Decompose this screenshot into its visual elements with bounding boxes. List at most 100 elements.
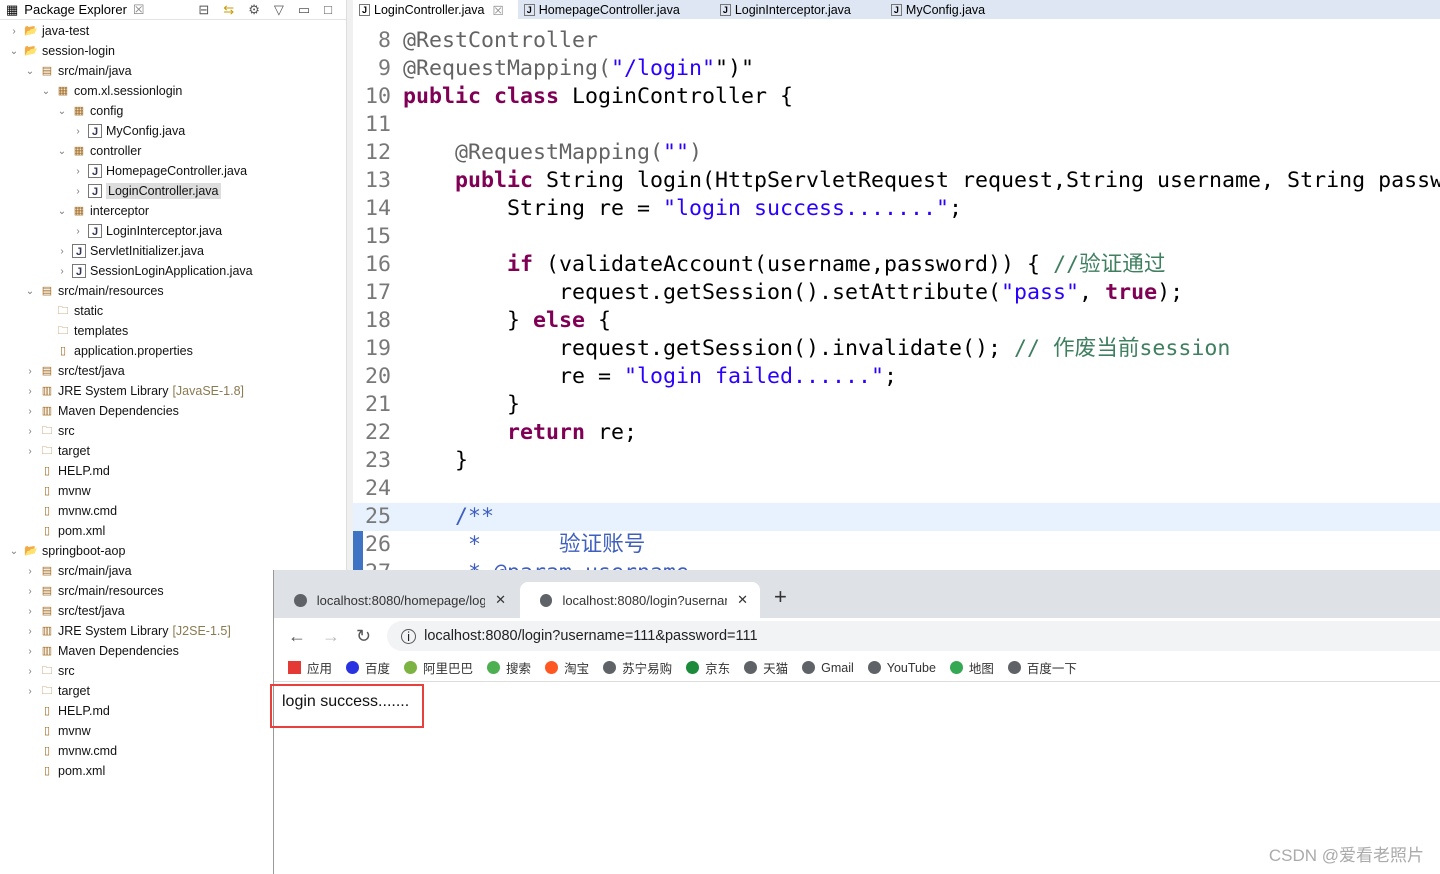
tree-item[interactable]: ⌄ ▤ src/main/resources	[24, 281, 164, 301]
editor-tab[interactable]: J HomepageController.java	[518, 0, 694, 19]
tree-item[interactable]: › ▤ src/test/java	[24, 601, 124, 621]
close-tab-icon[interactable]: ✕	[737, 592, 748, 608]
chevron-right-icon[interactable]: ›	[72, 126, 84, 137]
tree-item[interactable]: ▯ pom.xml	[24, 761, 105, 781]
tree-item[interactable]: 🗀 templates	[40, 321, 129, 341]
tree-item[interactable]: ⌄ 📂 session-login	[8, 41, 115, 61]
chevron-down-icon[interactable]: ⌄	[24, 286, 36, 297]
tree-item[interactable]: ⌄ ▦ controller	[56, 141, 142, 161]
chevron-down-icon[interactable]: ⌄	[8, 546, 20, 557]
link-editor-icon[interactable]: ⇆	[223, 2, 234, 18]
tree-item[interactable]: ▯ mvnw.cmd	[24, 741, 117, 761]
tree-item[interactable]: › ▤ src/main/java	[24, 561, 131, 581]
bookmark[interactable]: Gmail	[802, 661, 854, 675]
tree-item[interactable]: ⌄ 📂 springboot-aop	[8, 541, 126, 561]
tree-item[interactable]: ▯ mvnw	[24, 481, 91, 501]
tree-item[interactable]: 🗀 static	[40, 301, 104, 321]
chevron-down-icon[interactable]: ⌄	[56, 106, 68, 117]
collapse-all-icon[interactable]: ⊟	[198, 2, 209, 18]
bookmark[interactable]: 百度一下	[1007, 658, 1077, 677]
tree-item[interactable]: › ▥ Maven Dependencies	[24, 641, 179, 661]
tree-item[interactable]: ⌄ ▦ interceptor	[56, 201, 149, 221]
chevron-down-icon[interactable]: ⌄	[24, 66, 36, 77]
tree-item[interactable]: › J HomepageController.java	[72, 161, 247, 181]
chevron-right-icon[interactable]: ›	[24, 386, 36, 397]
editor-tab[interactable]: J MyConfig.java	[885, 0, 999, 19]
forward-icon[interactable]: →	[322, 626, 340, 647]
tree-item[interactable]: › J ServletInitializer.java	[56, 241, 204, 261]
java-file-icon: J	[72, 264, 86, 278]
new-tab-button[interactable]: +	[774, 584, 787, 610]
chevron-right-icon[interactable]: ›	[24, 666, 36, 677]
chevron-right-icon[interactable]: ›	[8, 26, 20, 37]
browser-tab-active[interactable]: localhost:8080/login?username ✕	[520, 582, 760, 618]
tree-item[interactable]: ⌄ ▤ src/main/java	[24, 61, 132, 81]
chevron-right-icon[interactable]: ›	[24, 646, 36, 657]
chevron-right-icon[interactable]: ›	[24, 686, 36, 697]
maximize-icon[interactable]: □	[324, 2, 332, 18]
browser-tab[interactable]: localhost:8080/homepage/logi ✕	[274, 582, 518, 618]
editor-tab[interactable]: J LoginController.java ☒	[353, 0, 518, 19]
tree-item[interactable]: ▯ mvnw	[24, 721, 91, 741]
reload-icon[interactable]: ↻	[356, 626, 371, 647]
chevron-right-icon[interactable]: ›	[24, 626, 36, 637]
bookmark[interactable]: 阿里巴巴	[404, 658, 473, 677]
bookmark[interactable]: 搜索	[487, 658, 531, 677]
chevron-right-icon[interactable]: ›	[24, 366, 36, 377]
chevron-right-icon[interactable]: ›	[56, 266, 68, 277]
chevron-right-icon[interactable]: ›	[72, 226, 84, 237]
tree-item[interactable]: ▯ pom.xml	[24, 521, 105, 541]
filters-icon[interactable]: ⚙	[248, 2, 260, 18]
tree-item[interactable]: › ▥ JRE System Library [JavaSE-1.8]	[24, 381, 244, 401]
chevron-down-icon[interactable]: ⌄	[8, 46, 20, 57]
tree-item[interactable]: › ▥ JRE System Library [J2SE-1.5]	[24, 621, 231, 641]
tree-item[interactable]: › J LoginController.java	[72, 181, 221, 201]
tree-item[interactable]: › ▤ src/main/resources	[24, 581, 163, 601]
bookmark[interactable]: 百度	[346, 658, 390, 677]
chevron-right-icon[interactable]: ›	[24, 586, 36, 597]
tree-item[interactable]: › 🗀 src	[24, 421, 74, 441]
chevron-right-icon[interactable]: ›	[24, 406, 36, 417]
tree-item[interactable]: ⌄ ▦ com.xl.sessionlogin	[40, 81, 183, 101]
editor-tab[interactable]: J LoginInterceptor.java	[714, 0, 865, 19]
chevron-right-icon[interactable]: ›	[24, 606, 36, 617]
bookmark[interactable]: 淘宝	[545, 658, 589, 677]
tree-item[interactable]: › J LoginInterceptor.java	[72, 221, 222, 241]
view-menu-icon[interactable]: ▽	[274, 2, 284, 18]
back-icon[interactable]: ←	[288, 626, 306, 647]
chevron-right-icon[interactable]: ›	[56, 246, 68, 257]
url-input[interactable]: i localhost:8080/login?username=111&passw…	[387, 621, 1440, 651]
bookmark[interactable]: 天猫	[744, 658, 788, 677]
minimize-icon[interactable]: ▭	[298, 2, 310, 18]
tree-item[interactable]: ▯ mvnw.cmd	[24, 501, 117, 521]
tree-item[interactable]: › ▤ src/test/java	[24, 361, 124, 381]
bookmark[interactable]: 京东	[686, 658, 730, 677]
tree-item[interactable]: ⌄ ▦ config	[56, 101, 124, 121]
bookmark[interactable]: YouTube	[867, 661, 936, 675]
tree-item[interactable]: › 🗀 target	[24, 681, 90, 701]
bookmark[interactable]: 苏宁易购	[603, 658, 672, 677]
line-number: 17	[364, 280, 391, 305]
tree-item[interactable]: ▯ application.properties	[40, 341, 193, 361]
chevron-right-icon[interactable]: ›	[24, 446, 36, 457]
tree-item[interactable]: › J MyConfig.java	[72, 121, 185, 141]
chevron-down-icon[interactable]: ⌄	[40, 86, 52, 97]
chevron-right-icon[interactable]: ›	[24, 566, 36, 577]
chevron-right-icon[interactable]: ›	[72, 186, 84, 197]
tree-item[interactable]: › 🗀 target	[24, 441, 90, 461]
tree-item[interactable]: › J SessionLoginApplication.java	[56, 261, 253, 281]
chevron-right-icon[interactable]: ›	[72, 166, 84, 177]
tree-item[interactable]: › ▥ Maven Dependencies	[24, 401, 179, 421]
chevron-down-icon[interactable]: ⌄	[56, 206, 68, 217]
close-icon[interactable]: ☒	[133, 2, 145, 18]
close-tab-icon[interactable]: ✕	[495, 592, 506, 608]
chevron-right-icon[interactable]: ›	[24, 426, 36, 437]
chevron-down-icon[interactable]: ⌄	[56, 146, 68, 157]
bookmark[interactable]: 应用	[288, 658, 332, 677]
close-icon[interactable]: ☒	[493, 3, 504, 18]
tree-item[interactable]: ▯ HELP.md	[24, 461, 110, 481]
bookmark[interactable]: 地图	[949, 658, 994, 677]
tree-item[interactable]: › 📂 java-test	[8, 21, 89, 41]
tree-item[interactable]: ▯ HELP.md	[24, 701, 110, 721]
tree-item[interactable]: › 🗀 src	[24, 661, 74, 681]
